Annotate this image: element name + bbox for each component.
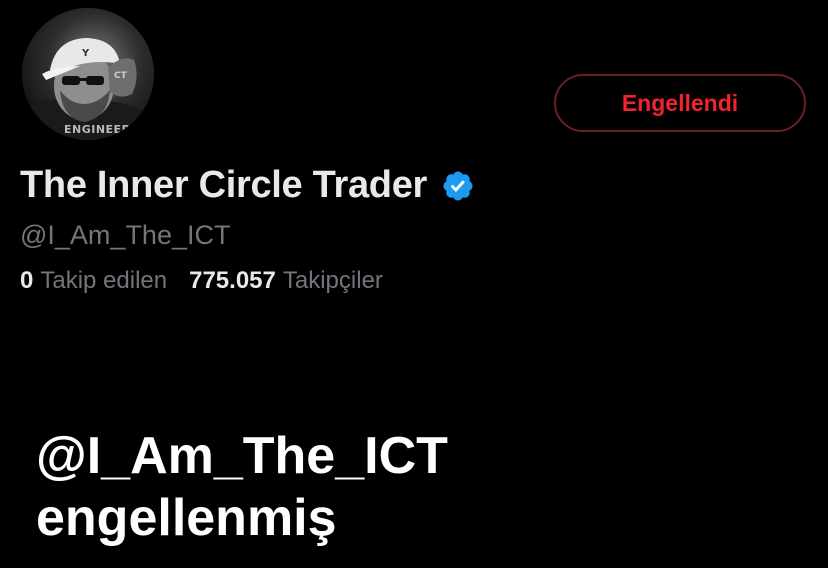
caption-line-1: @I_Am_The_ICT	[36, 427, 448, 485]
avatar-watermark: ENGINEER	[64, 123, 131, 136]
avatar-photo: Y CT	[22, 8, 154, 140]
following-link[interactable]: 0 Takip edilen	[20, 267, 167, 295]
avatar[interactable]: Y CT ENGINEER	[20, 6, 156, 142]
caption-line-2: engellenmiş	[36, 489, 337, 547]
display-name: The Inner Circle Trader	[20, 164, 428, 206]
profile-name-row: The Inner Circle Trader	[20, 164, 475, 207]
svg-text:Y: Y	[81, 48, 90, 59]
svg-text:CT: CT	[114, 71, 128, 81]
followers-link[interactable]: 775.057 Takipçiler	[189, 267, 383, 295]
profile-handle: @I_Am_The_ICT	[20, 220, 231, 250]
blocked-button[interactable]: Engellendi	[554, 74, 806, 132]
overlay-caption: @I_Am_The_ICT engellenmiş	[36, 425, 448, 549]
follow-stats: 0 Takip edilen 775.057 Takipçiler	[20, 267, 383, 295]
followers-count: 775.057	[189, 267, 276, 294]
following-count: 0	[20, 267, 34, 294]
following-label: Takip edilen	[40, 267, 168, 294]
verified-badge-icon[interactable]	[441, 169, 475, 203]
followers-label: Takipçiler	[282, 267, 383, 294]
